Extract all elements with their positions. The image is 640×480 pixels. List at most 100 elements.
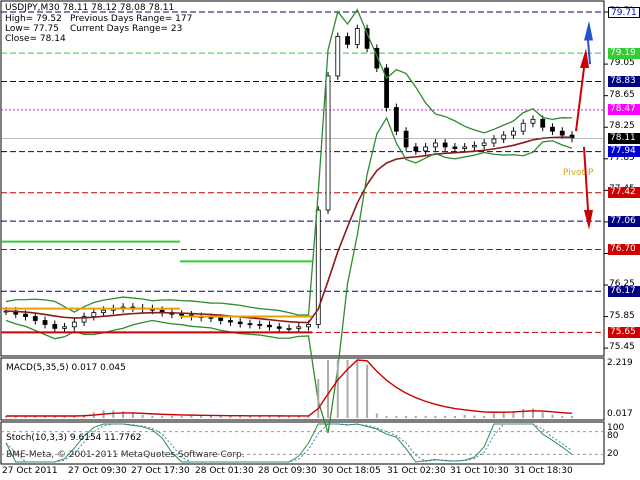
- time-label-0: 27 Oct 2011: [2, 466, 58, 476]
- low-value: Low= 77.75: [5, 24, 59, 34]
- time-label-8: 31 Oct 18:30: [514, 466, 573, 476]
- macd-bar-48: [473, 415, 476, 418]
- macd-bar-55: [541, 412, 544, 418]
- macd-bar-36: [356, 360, 359, 418]
- copyright-text: BME-Meta, © 2001-2011 MetaQuotes Softwar…: [6, 450, 245, 460]
- candle-body-50: [491, 138, 497, 144]
- pivot-label: Pivot P: [563, 168, 594, 178]
- close-value: Close= 78.14: [5, 34, 66, 44]
- macd-bar-17: [170, 416, 173, 418]
- chart-canvas[interactable]: [0, 0, 640, 480]
- candle-body-22: [218, 317, 224, 321]
- candle-body-45: [442, 142, 448, 148]
- macd-bar-44: [434, 416, 437, 418]
- time-label-7: 31 Oct 10:30: [450, 466, 509, 476]
- macd-bar-49: [483, 416, 486, 418]
- macd-bar-18: [180, 416, 183, 418]
- level-label-0: 79.71: [608, 6, 640, 18]
- candle-body-42: [413, 146, 419, 152]
- level-label-10: 75.65: [608, 326, 640, 338]
- macd-bar-33: [327, 360, 330, 418]
- candle-body-40: [393, 107, 399, 132]
- up-arrow-shaft: [575, 67, 585, 132]
- stoch-title: Stoch(10,3,3) 9.6154 11.7762: [6, 433, 142, 443]
- macd-bar-41: [405, 416, 408, 418]
- macd-bar-16: [161, 416, 164, 418]
- macd-bar-11: [112, 410, 115, 418]
- macd-bar-39: [385, 416, 388, 418]
- candle-body-3: [32, 316, 38, 321]
- candle-body-53: [520, 122, 526, 132]
- macd-bar-14: [141, 414, 144, 418]
- price-tick-3: 78.25: [609, 121, 635, 132]
- macd-bar-58: [571, 416, 573, 418]
- band-upper-line: [5, 8, 573, 316]
- candle-body-18: [179, 313, 185, 316]
- candle-body-52: [511, 130, 516, 136]
- candle-body-31: [306, 324, 311, 328]
- macd-bar-46: [453, 416, 456, 418]
- previous-days-range: Previous Days Range= 177: [70, 14, 193, 24]
- time-label-2: 27 Oct 17:30: [131, 466, 190, 476]
- candle-body-4: [42, 320, 48, 325]
- candle-body-36: [354, 28, 360, 45]
- candle-body-48: [472, 144, 477, 148]
- candle-body-23: [228, 320, 233, 323]
- candle-body-49: [481, 142, 487, 146]
- level-label-2: 78.83: [608, 75, 640, 87]
- candle-body-55: [540, 118, 546, 128]
- level-label-1: 79.19: [608, 47, 640, 59]
- band-lower-line: [5, 116, 573, 434]
- candle-body-27: [267, 324, 272, 328]
- candle-body-9: [91, 312, 97, 317]
- candle-body-34: [335, 36, 341, 77]
- candle-body-30: [296, 326, 302, 329]
- macd-bar-40: [395, 416, 398, 418]
- macd-bar-37: [366, 364, 369, 418]
- candle-body-57: [559, 130, 565, 136]
- candle-body-41: [403, 130, 409, 148]
- macd-bar-57: [561, 416, 564, 418]
- level-label-5: 77.94: [608, 146, 640, 158]
- macd-bar-38: [375, 413, 378, 418]
- time-label-3: 28 Oct 01:30: [195, 466, 254, 476]
- candle-body-2: [23, 313, 28, 317]
- price-tick-10: 75.45: [609, 342, 635, 353]
- stoch-tick-20: 20: [607, 449, 619, 459]
- macd-bar-13: [131, 413, 134, 418]
- macd-tick-high: 2.219: [607, 358, 633, 368]
- macd-bar-56: [551, 414, 554, 418]
- high-value: High= 79.52: [5, 14, 62, 24]
- time-label-4: 28 Oct 09:30: [258, 466, 317, 476]
- level-label-7: 77.06: [608, 215, 640, 227]
- candle-body-10: [101, 309, 106, 314]
- time-label-1: 27 Oct 09:30: [68, 466, 127, 476]
- blue-up-arrow-shaft: [587, 40, 591, 65]
- level-label-6: 77.42: [608, 187, 640, 199]
- down-arrow-head: [584, 210, 593, 230]
- level-label-3: 78.47: [608, 104, 640, 116]
- macd-bar-34: [336, 360, 339, 418]
- level-label-4: 78.11: [608, 132, 640, 144]
- macd-bar-54: [531, 408, 534, 418]
- candle-body-5: [52, 324, 58, 329]
- macd-bar-43: [424, 416, 427, 418]
- macd-bar-42: [414, 416, 417, 418]
- candle-body-26: [257, 324, 263, 326]
- level-label-8: 76.70: [608, 244, 640, 255]
- candle-body-6: [62, 326, 67, 329]
- candle-body-35: [345, 36, 350, 45]
- candle-body-46: [452, 146, 458, 149]
- price-tick-2: 78.65: [609, 89, 635, 100]
- macd-bar-15: [151, 416, 154, 418]
- level-label-9: 76.17: [608, 285, 640, 297]
- macd-bar-19: [190, 416, 193, 418]
- macd-bar-20: [200, 416, 203, 418]
- macd-bar-53: [522, 409, 525, 418]
- macd-title: MACD(5,35,5) 0.017 0.045: [6, 363, 126, 373]
- macd-tick-low: 0.017: [607, 409, 633, 419]
- candle-body-7: [71, 321, 77, 328]
- time-label-5: 30 Oct 18:05: [322, 466, 381, 476]
- price-tick-9: 75.85: [609, 310, 635, 321]
- candle-body-28: [276, 326, 282, 329]
